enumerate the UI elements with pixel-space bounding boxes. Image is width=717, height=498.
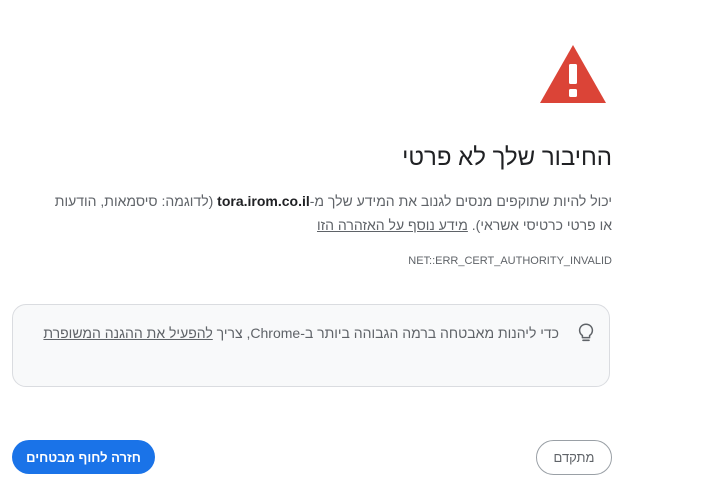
- error-code: NET::ERR_CERT_AUTHORITY_INVALID: [408, 255, 612, 267]
- enhanced-protection-label: כדי ליהנות מאבטחה ברמה הגבוהה ביותר ב-Ch…: [212, 325, 559, 341]
- lightbulb-icon: [578, 323, 594, 342]
- page-title: החיבור שלך לא פרטי: [402, 144, 612, 171]
- warning-description: יכול להיות שתוקפים מנסים לגנוב את המידע …: [52, 189, 612, 237]
- advanced-button[interactable]: מתקדם: [536, 440, 612, 475]
- learn-more-link[interactable]: מידע נוסף על האזהרה הזו: [317, 217, 468, 233]
- enhanced-protection-box: כדי ליהנות מאבטחה ברמה הגבוהה ביותר ב-Ch…: [12, 304, 610, 387]
- warning-triangle-icon: [540, 45, 606, 103]
- enhanced-protection-text: כדי ליהנות מאבטחה ברמה הגבוהה ביותר ב-Ch…: [39, 321, 559, 345]
- site-domain: tora.irom.co.il: [217, 193, 310, 209]
- interstitial-page: החיבור שלך לא פרטי יכול להיות שתוקפים מנ…: [0, 0, 717, 498]
- description-text-before: יכול להיות שתוקפים מנסים לגנוב את המידע …: [309, 193, 612, 209]
- back-to-safety-button[interactable]: חזרה לחוף מבטחים: [12, 440, 155, 474]
- enable-enhanced-protection-link[interactable]: להפעיל את ההגנה המשופרת: [43, 325, 212, 341]
